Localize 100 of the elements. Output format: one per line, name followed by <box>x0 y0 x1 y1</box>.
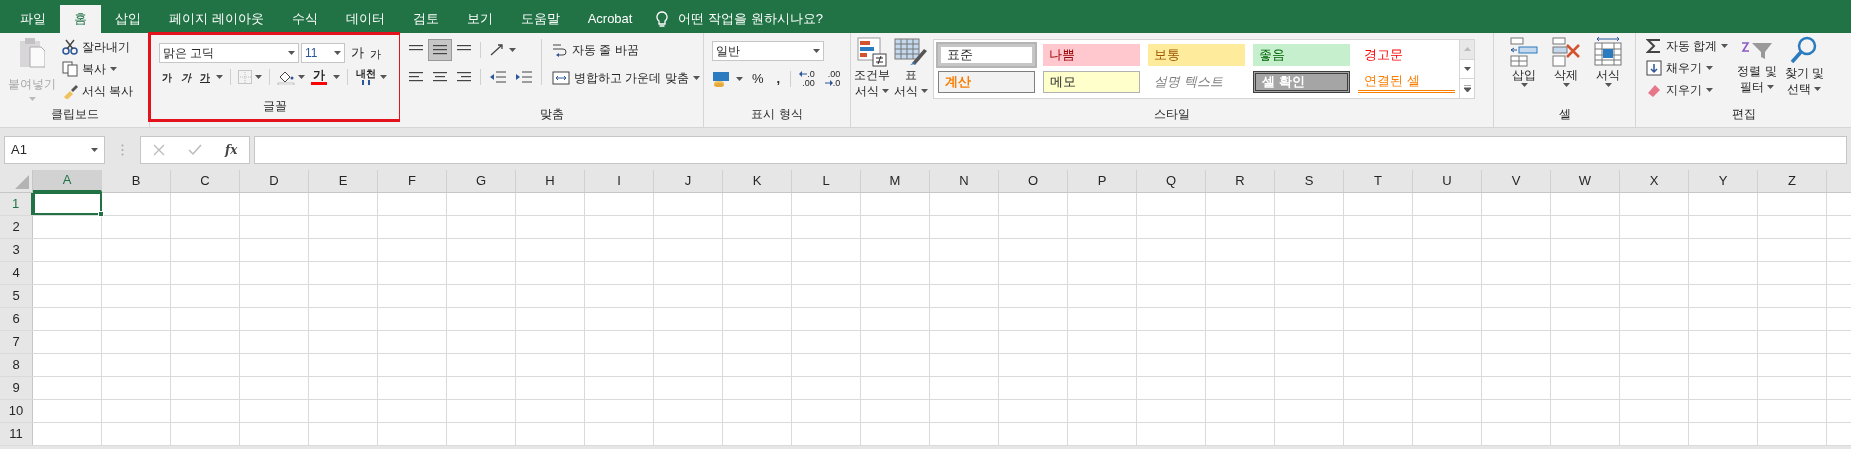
clear-button[interactable]: 지우기 <box>1644 79 1731 101</box>
column-header[interactable]: S <box>1275 170 1344 192</box>
cell-style-option[interactable]: 표준 <box>938 44 1035 66</box>
row-header[interactable]: 3 <box>0 239 33 261</box>
row-header[interactable]: 2 <box>0 216 33 238</box>
column-header[interactable]: D <box>240 170 309 192</box>
ribbon-tab[interactable]: 보기 <box>452 5 507 33</box>
row-header[interactable]: 6 <box>0 308 33 330</box>
shrink-font-button[interactable]: 가 <box>368 43 383 63</box>
column-header[interactable]: J <box>654 170 723 192</box>
delete-cells-icon <box>1551 37 1581 67</box>
underline-button[interactable]: 가 <box>197 69 213 85</box>
row-header[interactable]: 5 <box>0 285 33 307</box>
ribbon-tab[interactable]: 데이터 <box>331 5 399 33</box>
cell-style-option[interactable]: 좋음 <box>1253 44 1350 66</box>
ribbon-tab[interactable]: 검토 <box>398 5 453 33</box>
font-size-dropdown[interactable]: 11 <box>301 43 345 63</box>
column-header[interactable]: G <box>447 170 516 192</box>
row-header[interactable]: 8 <box>0 354 33 376</box>
ribbon-tab[interactable]: 삽입 <box>101 5 155 33</box>
tell-me-field[interactable]: 어떤 작업을 원하시나요? <box>678 9 823 29</box>
percent-button[interactable]: % <box>749 69 767 89</box>
group-label: 셀 <box>1557 106 1572 123</box>
cell-style-option[interactable]: 경고문 <box>1358 44 1455 66</box>
column-header[interactable]: B <box>102 170 171 192</box>
name-box[interactable]: A1 <box>4 136 105 164</box>
selected-cell[interactable] <box>33 192 102 215</box>
row-header[interactable]: 11 <box>0 423 33 445</box>
format-cells-button[interactable]: 서식 <box>1592 37 1624 105</box>
format-as-table-button[interactable]: 표 서식 <box>893 37 929 105</box>
column-header[interactable]: Y <box>1689 170 1758 192</box>
fill-handle[interactable] <box>98 211 104 217</box>
column-header[interactable]: V <box>1482 170 1551 192</box>
column-header[interactable]: K <box>723 170 792 192</box>
column-header[interactable]: W <box>1551 170 1620 192</box>
caret-icon <box>882 89 889 93</box>
column-header[interactable]: H <box>516 170 585 192</box>
cell-style-option[interactable]: 설명 텍스트 <box>1148 71 1245 93</box>
column-header[interactable]: Z <box>1758 170 1827 192</box>
sort-filter-button[interactable]: 정렬 및 필터 <box>1736 35 1778 105</box>
column-header[interactable]: E <box>309 170 378 192</box>
font-name-dropdown[interactable]: 맑은 고딕 <box>159 43 299 63</box>
increase-decimal-button[interactable]: .0 .00 <box>797 69 817 88</box>
insert-cells-button[interactable]: 삽입 <box>1508 37 1540 105</box>
row-header[interactable]: 1 <box>0 193 33 215</box>
column-header[interactable]: F <box>378 170 447 192</box>
merge-cells-icon <box>552 70 570 86</box>
column-header[interactable]: X <box>1620 170 1689 192</box>
italic-button[interactable]: 가 <box>178 69 194 85</box>
find-select-button[interactable]: 찾기 및 선택 <box>1783 35 1826 105</box>
caret-icon <box>813 49 820 53</box>
phonetic-button[interactable]: 내천 <box>355 69 377 85</box>
column-header[interactable]: T <box>1344 170 1413 192</box>
column-header[interactable]: N <box>930 170 999 192</box>
comma-button[interactable]: , <box>772 69 785 89</box>
column-header[interactable]: I <box>585 170 654 192</box>
group-label: 스타일 <box>1153 106 1191 123</box>
decrease-decimal-button[interactable]: .00 .0 <box>822 69 843 88</box>
column-header[interactable]: C <box>171 170 240 192</box>
column-header[interactable]: P <box>1068 170 1137 192</box>
row-header[interactable]: 4 <box>0 262 33 284</box>
ribbon-tab[interactable]: Acrobat <box>573 5 647 33</box>
format-painter-button[interactable]: 서식 복사 <box>60 80 136 102</box>
column-header[interactable]: R <box>1206 170 1275 192</box>
ribbon-tab[interactable]: 도움말 <box>506 5 574 33</box>
select-all-icon[interactable] <box>15 175 29 189</box>
column-header[interactable]: U <box>1413 170 1482 192</box>
row-header[interactable]: 9 <box>0 377 33 399</box>
copy-button[interactable]: 복사 <box>60 58 136 80</box>
row-header[interactable]: 10 <box>0 400 33 422</box>
delete-cells-button[interactable]: 삭제 <box>1550 37 1582 105</box>
grow-font-button[interactable]: 가 <box>349 43 366 63</box>
insert-function-button[interactable]: fx <box>225 141 238 159</box>
column-header[interactable]: M <box>861 170 930 192</box>
cell-style-option[interactable]: 메모 <box>1043 71 1140 93</box>
merge-center-button[interactable]: 병합하고 가운데 맞춤 <box>550 67 702 89</box>
column-header[interactable]: O <box>999 170 1068 192</box>
formula-input[interactable] <box>254 136 1847 164</box>
bold-button[interactable]: 가 <box>159 69 175 85</box>
wrap-text-button[interactable]: 자동 줄 바꿈 <box>550 39 702 61</box>
enter-check-icon[interactable] <box>187 144 202 156</box>
fill-button[interactable]: 채우기 <box>1644 57 1731 79</box>
cancel-icon[interactable] <box>152 144 165 156</box>
row-header[interactable]: 7 <box>0 331 33 353</box>
ribbon-tab[interactable]: 수식 <box>277 5 332 33</box>
column-header[interactable]: A <box>33 170 102 192</box>
cell-style-option[interactable]: 보통 <box>1148 44 1245 66</box>
cell-style-option[interactable]: 나쁨 <box>1043 44 1140 66</box>
column-header[interactable]: Q <box>1137 170 1206 192</box>
column-header[interactable]: L <box>792 170 861 192</box>
number-format-dropdown[interactable]: 일반 <box>712 41 824 61</box>
ribbon-tab[interactable]: 파일 <box>6 5 60 33</box>
autosum-button[interactable]: 자동 합계 <box>1644 35 1731 57</box>
ribbon-tab[interactable]: 페이지 레이아웃 <box>155 5 278 33</box>
font-color-button[interactable]: 가 <box>308 69 330 85</box>
conditional-formatting-button[interactable]: 조건부 서식 <box>853 37 891 105</box>
cut-button[interactable]: 잘라내기 <box>60 36 136 58</box>
group-label: 맞춤 <box>538 106 565 123</box>
ribbon-tab[interactable]: 홈 <box>60 5 101 33</box>
caret-icon <box>110 67 117 71</box>
